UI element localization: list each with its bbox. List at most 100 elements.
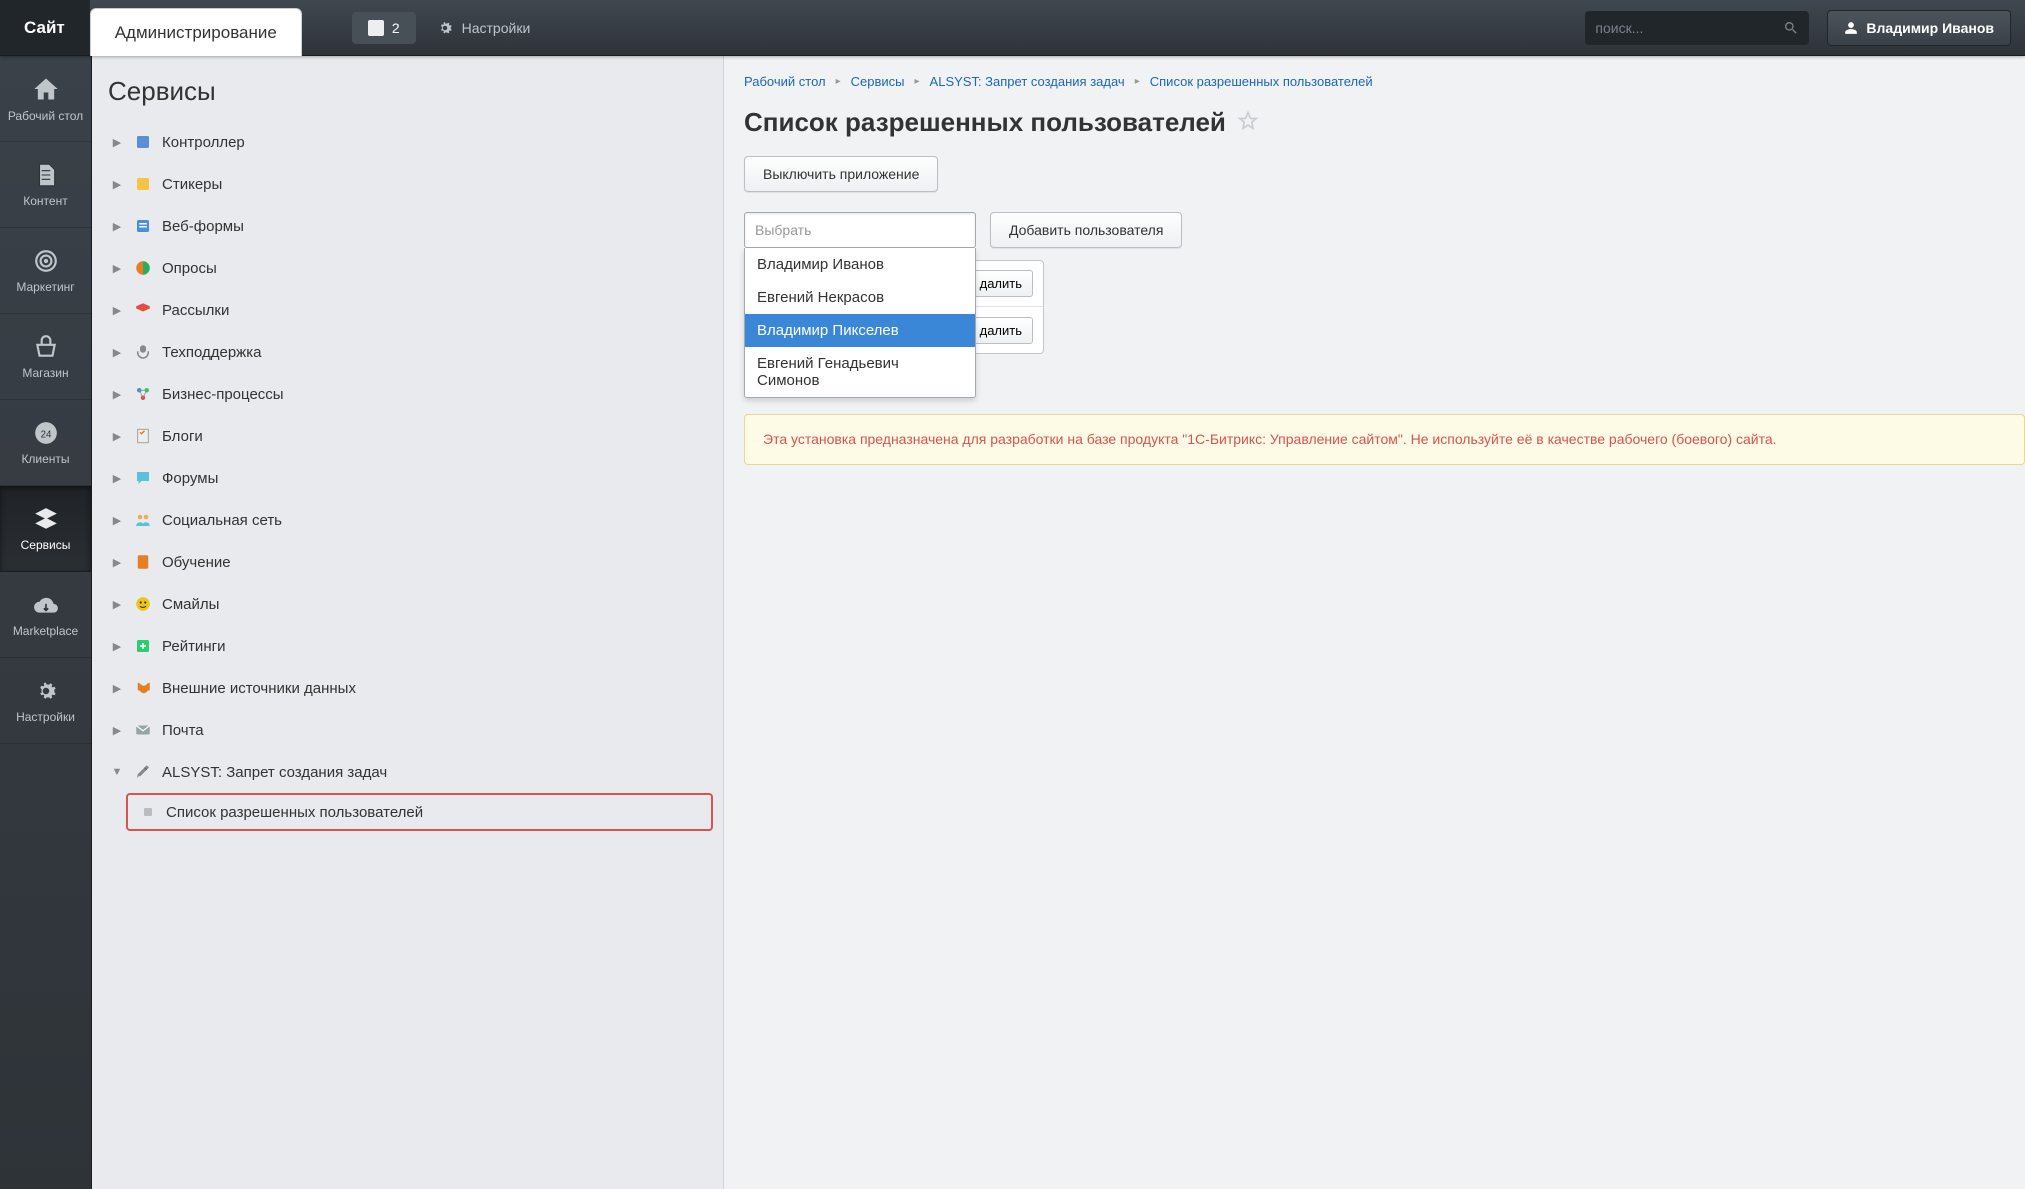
rail-clients-label: Клиенты	[21, 452, 69, 466]
tree-subitem-allowed-users[interactable]: Список разрешенных пользователей	[126, 793, 713, 831]
notification-badge[interactable]: 2	[352, 12, 416, 44]
dev-warning-box: Эта установка предназначена для разработ…	[744, 414, 2025, 465]
tree-item-icon	[132, 383, 154, 405]
tree-item[interactable]: ▶ Рейтинги	[102, 625, 713, 667]
notification-icon	[368, 20, 384, 36]
tree-subitem-label: Список разрешенных пользователей	[166, 804, 423, 821]
tree-item[interactable]: ▶Внешние источники данных	[102, 667, 713, 709]
tree-item[interactable]: ▶Веб-формы	[102, 205, 713, 247]
user-select-field[interactable]	[755, 222, 965, 238]
chevron-right-icon: ▶	[110, 262, 124, 275]
dropdown-option[interactable]: Евгений Генадьевич Симонов	[745, 347, 975, 397]
breadcrumb: Рабочий стол▸ Сервисы▸ ALSYST: Запрет со…	[724, 56, 2025, 95]
chevron-right-icon: ▶	[110, 472, 124, 485]
tree-item-label: Бизнес-процессы	[162, 386, 284, 403]
content-area: Рабочий стол▸ Сервисы▸ ALSYST: Запрет со…	[724, 56, 2025, 1189]
rail-shop[interactable]: Магазин	[0, 314, 91, 400]
delete-user-button[interactable]: далить	[969, 317, 1033, 344]
bullet-icon	[144, 808, 152, 816]
user-select-input[interactable]	[744, 212, 976, 248]
tree-item-label: Блоги	[162, 428, 203, 445]
rail-marketplace-label: Marketplace	[13, 624, 78, 638]
rail-content[interactable]: Контент	[0, 142, 91, 228]
tree-item-icon	[132, 257, 154, 279]
tree-item-icon	[132, 215, 154, 237]
crumb-2[interactable]: ALSYST: Запрет создания задач	[930, 74, 1125, 89]
chevron-right-icon: ▶	[110, 556, 124, 569]
chevron-right-icon: ▶	[110, 430, 124, 443]
chevron-right-icon: ▶	[110, 220, 124, 233]
rail-content-label: Контент	[23, 194, 67, 208]
search-icon	[1783, 20, 1799, 36]
add-user-button[interactable]: Добавить пользователя	[990, 212, 1182, 248]
tree-item-label: Рассылки	[162, 302, 229, 319]
tree-item-label: Социальная сеть	[162, 512, 282, 529]
cloud-icon	[33, 592, 59, 618]
chevron-right-icon: ▶	[110, 136, 124, 149]
chevron-down-icon: ▼	[110, 766, 124, 778]
top-bar: Сайт Администрирование 2 Настройки Влади…	[0, 0, 2025, 56]
gear-icon	[33, 678, 59, 704]
tree-item-label: Рейтинги	[162, 638, 225, 655]
page-title-text: Список разрешенных пользователей	[744, 107, 1226, 138]
home-icon	[32, 75, 60, 103]
tree-item-icon	[132, 761, 154, 783]
rail-clients[interactable]: 24 Клиенты	[0, 400, 91, 486]
tree-item[interactable]: ▶Обучение	[102, 541, 713, 583]
dropdown-option[interactable]: Владимир Пикселев	[745, 314, 975, 347]
tree-item[interactable]: ▼ALSYST: Запрет создания задач	[102, 751, 713, 793]
tree-item[interactable]: ▶Контроллер	[102, 121, 713, 163]
favorite-star-icon[interactable]	[1238, 107, 1258, 138]
rail-desktop-label: Рабочий стол	[8, 109, 83, 123]
tree-item[interactable]: ▶Почта	[102, 709, 713, 751]
dropdown-option[interactable]: Евгений Некрасов	[745, 281, 975, 314]
tab-admin[interactable]: Администрирование	[90, 8, 302, 56]
chevron-right-icon: ▶	[110, 640, 124, 653]
top-settings-label: Настройки	[462, 20, 531, 36]
chevron-right-icon: ▶	[110, 346, 124, 359]
crumb-3[interactable]: Список разрешенных пользователей	[1150, 74, 1373, 89]
delete-user-button[interactable]: далить	[969, 270, 1033, 297]
tree-item[interactable]: ▶ Опросы	[102, 247, 713, 289]
tree-item-icon	[132, 593, 154, 615]
user-name-label: Владимир Иванов	[1866, 20, 1994, 36]
chevron-right-icon: ▶	[110, 388, 124, 401]
dropdown-option[interactable]: Владимир Иванов	[745, 248, 975, 281]
tree-item-icon	[132, 677, 154, 699]
global-search[interactable]	[1585, 11, 1809, 45]
tree-item-label: Форумы	[162, 470, 218, 487]
disable-app-button[interactable]: Выключить приложение	[744, 156, 938, 192]
tree-item-icon	[132, 719, 154, 741]
tree-item[interactable]: ▶Смайлы	[102, 583, 713, 625]
top-settings-link[interactable]: Настройки	[436, 0, 531, 55]
tree-item-label: Опросы	[162, 260, 217, 277]
tree-item[interactable]: ▶ Блоги	[102, 415, 713, 457]
chevron-right-icon: ▶	[110, 304, 124, 317]
global-search-input[interactable]	[1595, 20, 1783, 36]
tree-item[interactable]: ▶ Бизнес-процессы	[102, 373, 713, 415]
rail-desktop[interactable]: Рабочий стол	[0, 56, 91, 142]
rail-settings-label: Настройки	[16, 710, 75, 724]
rail-marketing[interactable]: Маркетинг	[0, 228, 91, 314]
clock-icon: 24	[33, 420, 59, 446]
tree-item[interactable]: ▶Стикеры	[102, 163, 713, 205]
chevron-right-icon: ▶	[110, 598, 124, 611]
layers-icon	[33, 506, 59, 532]
rail-settings[interactable]: Настройки	[0, 658, 91, 744]
rail-marketing-label: Маркетинг	[16, 280, 74, 294]
left-rail: Рабочий стол Контент Маркетинг Магазин 2…	[0, 56, 92, 1189]
basket-icon	[33, 334, 59, 360]
tree-item[interactable]: ▶Техподдержка	[102, 331, 713, 373]
user-menu-button[interactable]: Владимир Иванов	[1827, 10, 2011, 46]
rail-services[interactable]: Сервисы	[0, 486, 91, 572]
crumb-0[interactable]: Рабочий стол	[744, 74, 826, 89]
tree-item-icon	[132, 173, 154, 195]
tree-panel: Сервисы ▶Контроллер▶Стикеры▶Веб-формы▶Оп…	[92, 56, 724, 1189]
rail-marketplace[interactable]: Marketplace	[0, 572, 91, 658]
tree-item[interactable]: ▶ Рассылки	[102, 289, 713, 331]
user-select-dropdown: Владимир ИвановЕвгений НекрасовВладимир …	[744, 248, 976, 398]
crumb-1[interactable]: Сервисы	[851, 74, 905, 89]
tab-site[interactable]: Сайт	[0, 0, 90, 55]
tree-item[interactable]: ▶ Форумы	[102, 457, 713, 499]
tree-item[interactable]: ▶Социальная сеть	[102, 499, 713, 541]
